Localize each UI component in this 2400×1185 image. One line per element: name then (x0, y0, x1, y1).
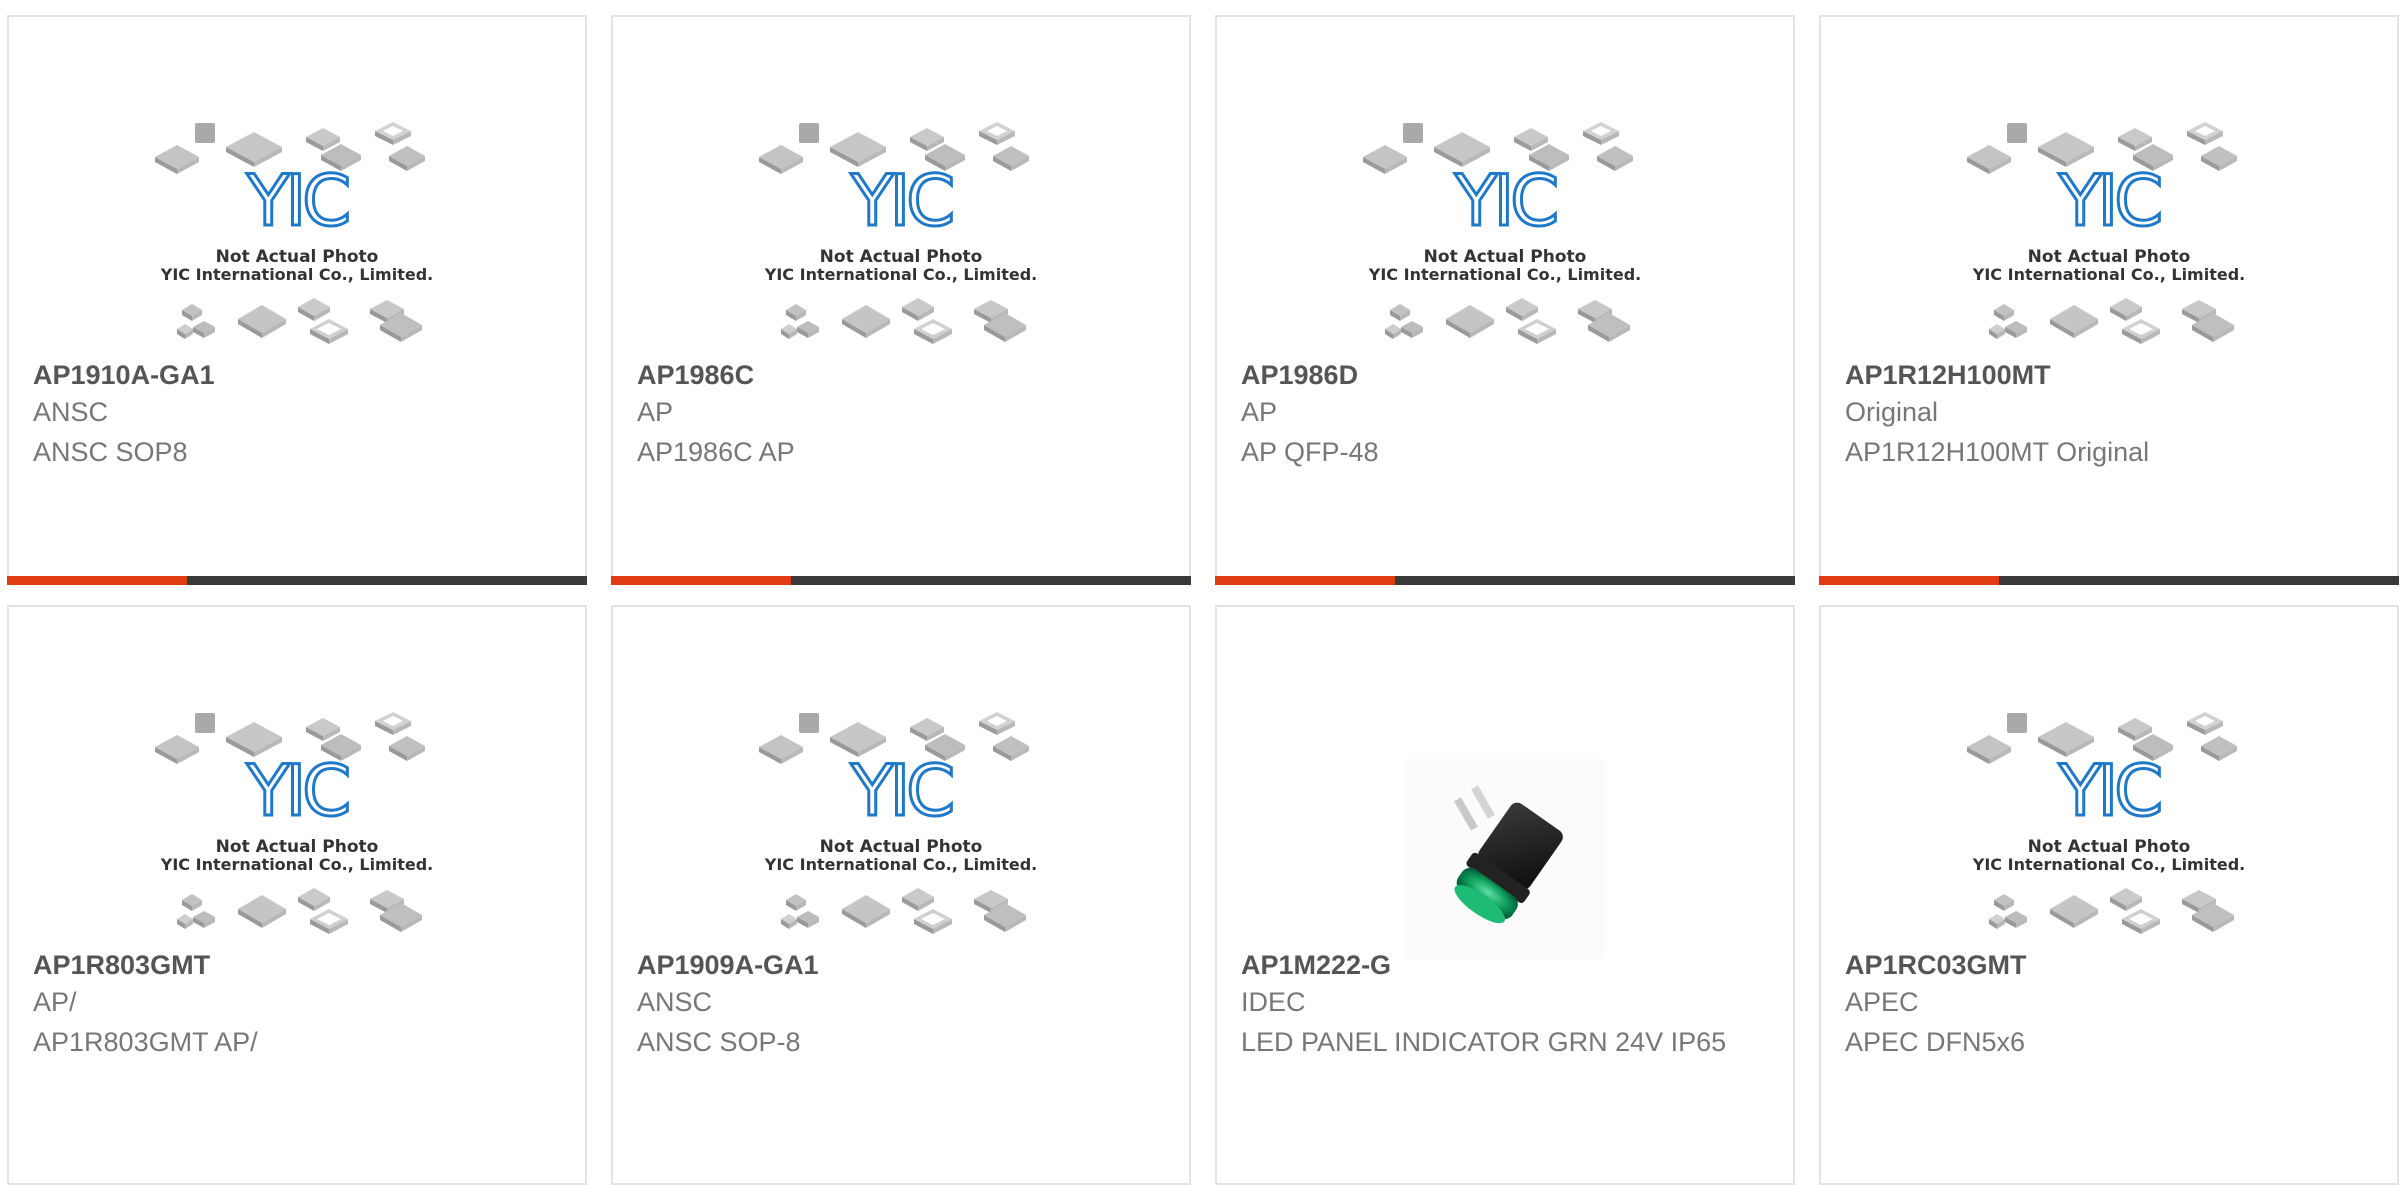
product-brand: ANSC (33, 397, 109, 427)
placeholder-caption-line1: Not Actual Photo (2028, 247, 2191, 267)
placeholder-caption-line1: Not Actual Photo (216, 247, 379, 267)
placeholder-caption-line2: YIC International Co., Limited. (1972, 855, 2245, 874)
product-description: LED PANEL INDICATOR GRN 24V IP65 (1241, 1027, 1727, 1057)
product-card[interactable]: YIC Not Actual Photo YIC International Co.… (7, 605, 587, 1185)
product-image-placeholder[interactable]: YIC Not Actual Photo YIC International Co.… (613, 687, 1189, 967)
not-actual-photo-icon: YIC Not Actual PhotoYIC International Co.… (759, 712, 1037, 934)
led-indicator-icon (1405, 759, 1605, 959)
placeholder-caption-line1: Not Actual Photo (820, 247, 983, 267)
placeholder-caption-line1: Not Actual Photo (1424, 247, 1587, 267)
product-description: ANSC SOP8 (33, 437, 188, 467)
product-card[interactable]: YIC Not Actual Photo YIC International Co.… (1819, 605, 2399, 1185)
card-progress-bar (1215, 576, 1795, 585)
product-brand: APEC (1845, 987, 1919, 1017)
led-indicator-photo[interactable] (1217, 687, 1793, 967)
product-brand: IDEC (1241, 987, 1306, 1017)
product-part-number[interactable]: AP1910A-GA1 (33, 360, 215, 391)
yic-logo: YIC (2058, 750, 2160, 832)
placeholder-caption-line1: Not Actual Photo (216, 837, 379, 857)
yic-logo: YIC (850, 160, 952, 242)
product-image-placeholder[interactable]: YIC Not Actual Photo YIC International Co.… (9, 687, 585, 967)
product-part-number[interactable]: AP1986C (637, 360, 754, 391)
product-part-number[interactable]: AP1R803GMT (33, 950, 210, 981)
product-image-placeholder[interactable]: YIC Not Actual Photo YIC International Co.… (613, 97, 1189, 377)
placeholder-caption-line2: YIC International Co., Limited. (1972, 265, 2245, 284)
product-brand: AP (1241, 397, 1278, 427)
card-progress-accent (1215, 576, 1395, 585)
product-brand: AP/ (33, 987, 77, 1017)
yic-logo: YIC (2058, 160, 2160, 242)
product-part-number[interactable]: AP1RC03GMT (1845, 950, 2027, 981)
product-description: AP1R803GMT AP/ (33, 1027, 258, 1057)
yic-logo: YIC (246, 750, 348, 832)
placeholder-caption-line1: Not Actual Photo (2028, 837, 2191, 857)
card-progress-bar (611, 576, 1191, 585)
placeholder-caption-line2: YIC International Co., Limited. (160, 265, 433, 284)
not-actual-photo-icon: YIC Not Actual PhotoYIC International Co.… (155, 712, 433, 934)
card-progress-bar (7, 576, 587, 585)
product-description: APEC DFN5x6 (1845, 1027, 2026, 1057)
product-part-number[interactable]: AP1R12H100MT (1845, 360, 2051, 391)
product-description: AP1R12H100MT Original (1845, 437, 2150, 467)
product-card[interactable]: YIC Not Actual Photo YIC International Co.… (7, 15, 587, 585)
product-image-placeholder[interactable]: YIC Not Actual Photo YIC International Co.… (1217, 97, 1793, 377)
placeholder-caption-line2: YIC International Co., Limited. (764, 265, 1037, 284)
placeholder-caption-line1: Not Actual Photo (820, 837, 983, 857)
placeholder-caption-line2: YIC International Co., Limited. (764, 855, 1037, 874)
card-progress-accent (7, 576, 187, 585)
placeholder-caption-line2: YIC International Co., Limited. (160, 855, 433, 874)
product-image-placeholder[interactable]: YIC Not Actual Photo YIC International Co.… (1821, 97, 2397, 377)
product-image-placeholder[interactable]: YIC Not Actual Photo YIC International Co.… (9, 97, 585, 377)
product-description: AP QFP-48 (1241, 437, 1379, 467)
yic-logo: YIC (1454, 160, 1556, 242)
yic-logo: YIC (246, 160, 348, 242)
card-progress-accent (611, 576, 791, 585)
product-part-number[interactable]: AP1986D (1241, 360, 1358, 391)
product-description: ANSC SOP-8 (637, 1027, 801, 1057)
product-card[interactable]: YIC Not Actual Photo YIC International Co.… (611, 15, 1191, 585)
not-actual-photo-icon: YIC Not Actual PhotoYIC International Co.… (1967, 712, 2245, 934)
not-actual-photo-icon: YIC Not Actual PhotoYIC International Co.… (155, 122, 433, 344)
product-card[interactable]: YIC Not Actual Photo YIC International Co.… (1215, 15, 1795, 585)
product-card[interactable]: YIC Not Actual Photo YIC International Co.… (611, 605, 1191, 1185)
product-card[interactable]: YIC Not Actual Photo YIC International Co.… (1819, 15, 2399, 585)
product-part-number[interactable]: AP1909A-GA1 (637, 950, 819, 981)
card-progress-accent (1819, 576, 1999, 585)
product-grid: YIC Not Actual Photo YIC International Co.… (0, 0, 2400, 1185)
product-brand: ANSC (637, 987, 713, 1017)
product-description: AP1986C AP (637, 437, 795, 467)
not-actual-photo-icon: YIC Not Actual PhotoYIC International Co.… (759, 122, 1037, 344)
not-actual-photo-icon: YIC Not Actual PhotoYIC International Co.… (1363, 122, 1641, 344)
placeholder-caption-line2: YIC International Co., Limited. (1368, 265, 1641, 284)
product-brand: Original (1845, 397, 1939, 427)
product-image-placeholder[interactable]: YIC Not Actual Photo YIC International Co.… (1821, 687, 2397, 967)
product-part-number[interactable]: AP1M222-G (1241, 950, 1391, 981)
not-actual-photo-icon: YIC Not Actual PhotoYIC International Co.… (1967, 122, 2245, 344)
card-progress-bar (1819, 576, 2399, 585)
product-brand: AP (637, 397, 674, 427)
product-card[interactable]: AP1M222-G IDEC LED PANEL INDICATOR GRN 2… (1215, 605, 1795, 1185)
yic-logo: YIC (850, 750, 952, 832)
